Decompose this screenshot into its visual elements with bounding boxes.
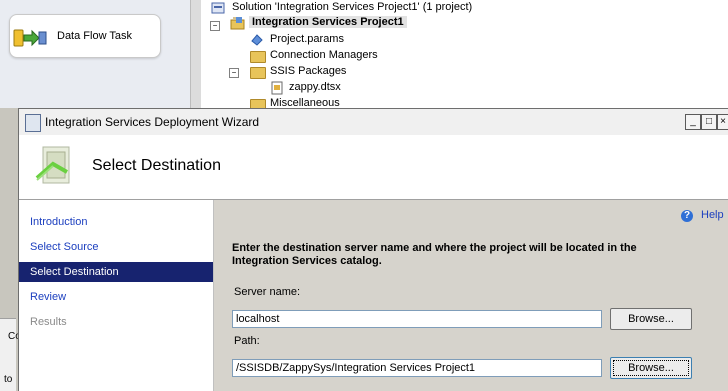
browse-server-button[interactable]: Browse... <box>610 308 692 330</box>
toolbox-scrollbar[interactable] <box>190 0 201 108</box>
title-bar[interactable]: Integration Services Deployment Wizard _… <box>19 109 728 136</box>
minimize-button[interactable]: _ <box>685 114 701 130</box>
browse-path-button[interactable]: Browse... <box>610 357 692 379</box>
help-link[interactable]: Help <box>701 209 724 221</box>
nav-item-select-source[interactable]: Select Source <box>19 237 213 257</box>
wizard-navigation: Introduction Select Source Select Destin… <box>19 200 214 391</box>
nav-item-select-destination[interactable]: Select Destination <box>19 262 213 282</box>
deployment-wizard-dialog: Integration Services Deployment Wizard _… <box>18 108 728 391</box>
output-pane-text: to <box>4 374 13 385</box>
data-flow-task-label: Data Flow Task <box>57 30 132 42</box>
solution-label[interactable]: Solution 'Integration Services Project1'… <box>232 1 472 13</box>
help-icon[interactable]: ? <box>681 210 693 222</box>
folder-icon <box>250 51 266 63</box>
maximize-button[interactable]: □ <box>701 114 717 130</box>
nav-item-introduction[interactable]: Introduction <box>19 212 213 232</box>
path-label: Path: <box>234 335 260 347</box>
wizard-header-banner: Select Destination <box>19 135 728 200</box>
tree-item-zappy-dtsx[interactable]: zappy.dtsx <box>289 81 341 93</box>
data-flow-task-icon <box>13 29 47 47</box>
solution-explorer: Solution 'Integration Services Project1'… <box>201 0 728 111</box>
instructions-text: Enter the destination server name and wh… <box>232 242 637 267</box>
close-button[interactable]: × <box>717 114 728 130</box>
folder-icon <box>250 67 266 79</box>
project-icon <box>230 17 245 30</box>
tree-item-connection-managers[interactable]: Connection Managers <box>270 49 378 61</box>
path-input[interactable] <box>232 359 602 377</box>
tree-item-project-params[interactable]: Project.params <box>270 33 344 45</box>
wizard-app-icon <box>25 114 41 132</box>
params-icon <box>251 34 263 46</box>
window-title: Integration Services Deployment Wizard <box>45 115 260 129</box>
ssis-packages-collapse-toggle[interactable]: − <box>229 68 239 78</box>
nav-item-results: Results <box>30 316 67 328</box>
solution-icon <box>211 2 225 14</box>
tree-item-ssis-packages[interactable]: SSIS Packages <box>270 65 346 77</box>
nav-item-review[interactable]: Review <box>19 287 213 307</box>
output-pane-strip: Co to <box>0 318 21 391</box>
server-name-label: Server name: <box>234 286 301 298</box>
package-icon <box>271 81 283 95</box>
page-title: Select Destination <box>92 157 221 174</box>
project-label[interactable]: Integration Services Project1 <box>249 16 407 28</box>
server-name-input[interactable] <box>232 310 602 328</box>
wizard-content: ? Help Enter the destination server name… <box>214 200 728 391</box>
project-collapse-toggle[interactable]: − <box>210 21 220 31</box>
deployment-icon <box>35 146 70 184</box>
